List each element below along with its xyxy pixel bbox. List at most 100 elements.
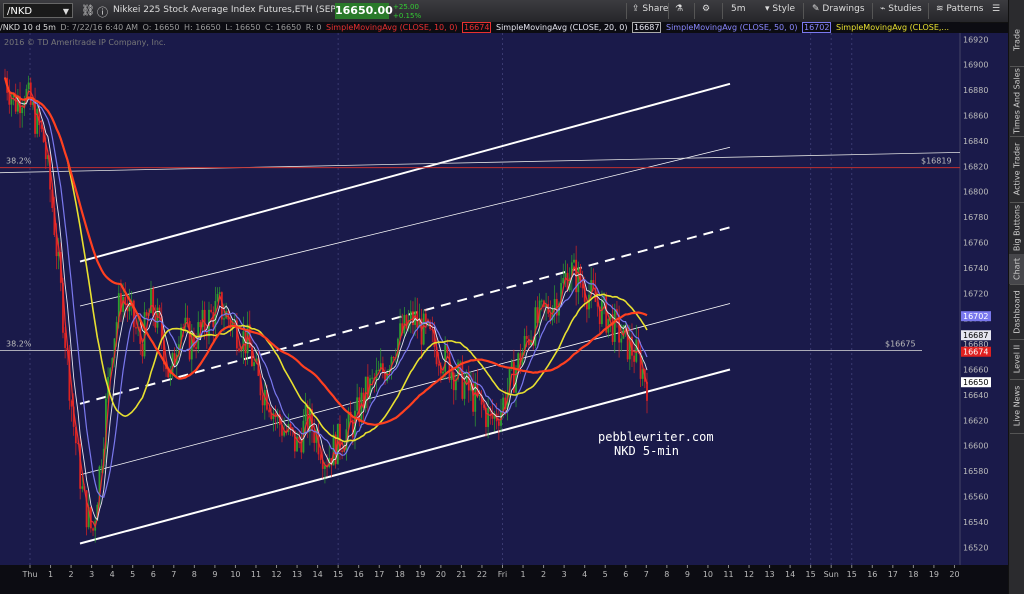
time-tick-label: 20 xyxy=(949,570,959,579)
price-tick-label: 16660 xyxy=(963,366,988,375)
sidebar-tab-times-and-sales[interactable]: Times And Sales xyxy=(1009,66,1024,136)
info-icon[interactable]: ⓘ xyxy=(97,4,108,20)
time-tick-label: 12 xyxy=(744,570,754,579)
candle-body xyxy=(409,311,412,320)
time-tick-label: 19 xyxy=(415,570,425,579)
sidebar-tab-big-buttons[interactable]: Big Buttons xyxy=(1009,202,1024,254)
price-tick-label: 16860 xyxy=(963,112,988,121)
candle-body xyxy=(100,466,103,468)
time-tick-label: 17 xyxy=(374,570,384,579)
candle-body xyxy=(253,362,255,367)
study-sma10-value: 16674 xyxy=(461,22,492,33)
drawings-button[interactable]: ✎ Drawings xyxy=(812,4,865,14)
sidebar-tab-label: Big Buttons xyxy=(1012,204,1022,252)
toolbar-divider xyxy=(694,3,695,19)
time-tick-label: 5 xyxy=(603,570,608,579)
time-tick-label: 12 xyxy=(271,570,281,579)
time-tick-label: 19 xyxy=(929,570,939,579)
candle-body xyxy=(145,312,148,316)
candle-body xyxy=(261,395,264,406)
time-tick-label: 10 xyxy=(230,570,240,579)
sidebar-tab-live-news[interactable]: Live News xyxy=(1009,379,1024,433)
time-tick-label: 13 xyxy=(764,570,774,579)
info-open: O: 16650 xyxy=(142,23,180,32)
time-tick-label: 7 xyxy=(644,570,649,579)
menu-icon[interactable]: ☰ xyxy=(992,4,1000,14)
info-symbol: /NKD 10 d 5m xyxy=(0,23,56,32)
study-sma20[interactable]: SimpleMovingAvg (CLOSE, 20, 0) xyxy=(496,23,627,32)
candle-body xyxy=(463,382,466,399)
candle-body xyxy=(141,343,144,357)
right-sidebar: Trade Times And Sales Active Trader Big But… xyxy=(1008,0,1024,594)
candle-body xyxy=(212,312,215,328)
style-button[interactable]: ▾ Style xyxy=(765,4,795,14)
time-tick-label: 8 xyxy=(192,570,197,579)
studies-button[interactable]: ⌁ Studies xyxy=(880,4,922,14)
sidebar-tab-label: Times And Sales xyxy=(1012,68,1022,134)
toolbar-divider xyxy=(803,3,804,19)
drawings-label: Drawings xyxy=(822,4,865,14)
study-sma20-value: 16687 xyxy=(631,22,662,33)
sidebar-tab-chart[interactable]: Chart xyxy=(1009,254,1024,284)
candle-body xyxy=(36,108,39,134)
sidebar-tab-label: Chart xyxy=(1012,258,1022,280)
price-tick-label: 16840 xyxy=(963,137,988,146)
pencil-icon: ✎ xyxy=(812,4,820,14)
last-price-box: 16650.00 xyxy=(335,3,393,19)
price-tick-label: 16900 xyxy=(963,61,988,70)
symbol-selector[interactable]: /NKD ▼ xyxy=(3,3,73,18)
gear-icon[interactable]: ⚙ xyxy=(702,4,710,14)
candle-body xyxy=(186,317,189,322)
candle-body xyxy=(242,331,245,351)
candle-body xyxy=(646,381,648,401)
sidebar-tab-active-trader[interactable]: Active Trader xyxy=(1009,136,1024,202)
link-icon[interactable]: ⛓ xyxy=(81,4,95,17)
toolbar-divider xyxy=(872,3,873,19)
price-tick-label: 16720 xyxy=(963,289,988,298)
patterns-button[interactable]: ≋ Patterns xyxy=(936,4,984,14)
price-badge-label-last: 16650 xyxy=(963,378,988,387)
share-button[interactable]: ⇪ Share xyxy=(632,4,668,14)
study-sma-more[interactable]: SimpleMovingAvg (CLOSE,... xyxy=(836,23,949,32)
price-tick-label: 16740 xyxy=(963,264,988,273)
time-tick-label: 13 xyxy=(292,570,302,579)
time-tick-label: 14 xyxy=(313,570,323,579)
candle-body xyxy=(405,315,408,329)
fib-price-upper: $16819 xyxy=(921,157,952,166)
time-tick-label: 6 xyxy=(151,570,156,579)
candle-body xyxy=(497,421,500,426)
studies-icon: ⌁ xyxy=(880,4,886,14)
time-tick-label: 9 xyxy=(685,570,690,579)
study-sma10[interactable]: SimpleMovingAvg (CLOSE, 10, 0) xyxy=(326,23,457,32)
study-sma50[interactable]: SimpleMovingAvg (CLOSE, 50, 0) xyxy=(666,23,797,32)
candle-body xyxy=(540,300,543,302)
candle-body xyxy=(216,294,219,302)
patterns-label: Patterns xyxy=(946,4,984,14)
info-range: R: 0 xyxy=(305,23,322,32)
price-change-percent: +0.15% xyxy=(393,12,422,20)
price-tick-label: 16780 xyxy=(963,213,988,222)
flask-icon[interactable]: ⚗ xyxy=(675,4,683,14)
candle-body xyxy=(573,259,575,263)
candle-body xyxy=(81,486,84,489)
toolbar-divider xyxy=(626,3,627,19)
time-tick-label: 17 xyxy=(888,570,898,579)
time-tick-label: 6 xyxy=(623,570,628,579)
fib-price-lower: $16675 xyxy=(885,339,916,348)
time-tick-label: 20 xyxy=(436,570,446,579)
sidebar-tab-trade[interactable]: Trade xyxy=(1009,14,1024,66)
price-tick-label: 16540 xyxy=(963,518,988,527)
time-tick-label: 3 xyxy=(89,570,94,579)
candle-body xyxy=(448,352,451,380)
price-chart[interactable]: 38.2% $1681938.2% $16675 16520165401656016… xyxy=(0,0,1008,594)
sidebar-tab-label: Active Trader xyxy=(1012,142,1022,196)
candle-body xyxy=(356,397,359,411)
interval-button[interactable]: 5m xyxy=(731,4,746,14)
sidebar-tab-level-ii[interactable]: Level II xyxy=(1009,339,1024,379)
candle-body xyxy=(135,327,137,329)
sidebar-tab-dashboard[interactable]: Dashboard xyxy=(1009,284,1024,339)
time-tick-label: 18 xyxy=(908,570,918,579)
price-tick-label: 16640 xyxy=(963,391,988,400)
price-axis[interactable]: 16520 16540 16560 16580 16600 16620 16640 16660… xyxy=(963,35,988,552)
toolbar-divider xyxy=(928,3,929,19)
